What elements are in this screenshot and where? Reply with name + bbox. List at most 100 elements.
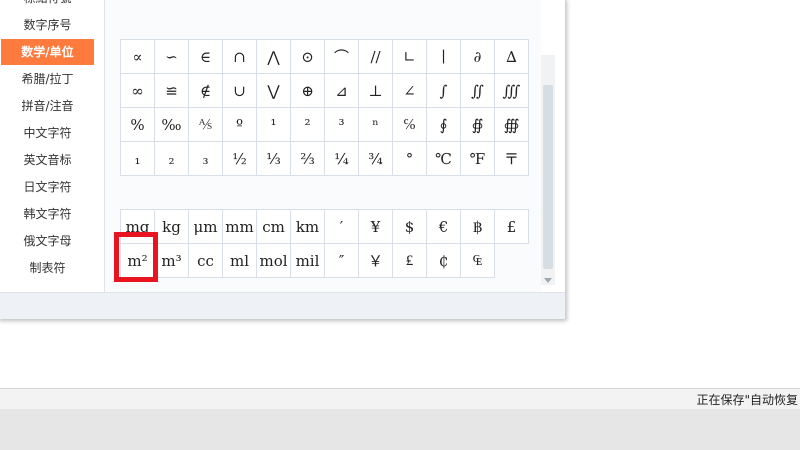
symbol-cell[interactable]: cm: [256, 209, 291, 244]
symbol-cell[interactable]: //: [358, 39, 393, 74]
symbol-cell[interactable]: ¼: [324, 141, 359, 176]
symbol-cell[interactable]: ¥: [358, 209, 393, 244]
symbol-cell[interactable]: ∞: [120, 73, 155, 108]
symbol-cell[interactable]: ∽: [154, 39, 189, 74]
symbol-cell[interactable]: m²: [120, 243, 155, 278]
unit-symbol-grid: mg kg μm mm cm km ′ ¥ $ € ฿ £ m² m³ cc ml mol mil ″ ￥ ₤ ₵ ₠: [120, 209, 529, 278]
symbol-cell[interactable]: ∠: [392, 73, 427, 108]
symbol-cell[interactable]: ∮: [426, 107, 461, 142]
category-list: 標點符號数字序号数学/单位希腊/拉丁拼音/注音中文字符英文音标日文字符韩文字符俄…: [1, 0, 105, 293]
symbol-cell[interactable]: %: [120, 107, 155, 142]
status-bar: 正在保存"自动恢复: [0, 388, 800, 409]
symbol-cell[interactable]: mol: [256, 243, 291, 278]
category-item[interactable]: 制表符: [1, 255, 94, 281]
category-item[interactable]: 数字序号: [1, 12, 94, 38]
symbol-cell[interactable]: ∣: [426, 39, 461, 74]
symbol-cell[interactable]: ₠: [460, 243, 495, 278]
symbol-cell[interactable]: ⊥: [358, 73, 393, 108]
symbol-cell[interactable]: ∂: [460, 39, 495, 74]
symbol-cell[interactable]: ∬: [460, 73, 495, 108]
symbol-cell[interactable]: °: [392, 141, 427, 176]
symbol-cell[interactable]: º: [222, 107, 257, 142]
symbol-cell[interactable]: ²: [290, 107, 325, 142]
symbol-cell[interactable]: ℅: [392, 107, 427, 142]
symbol-cell[interactable]: ″: [324, 243, 359, 278]
symbol-cell[interactable]: km: [290, 209, 325, 244]
symbol-cell[interactable]: μm: [188, 209, 223, 244]
symbol-cell[interactable]: ∯: [460, 107, 495, 142]
symbol-cell[interactable]: ⅓: [256, 141, 291, 176]
symbol-cell[interactable]: ₁: [120, 141, 155, 176]
symbol-cell[interactable]: ⅔: [290, 141, 325, 176]
symbol-cell[interactable]: ℃: [426, 141, 461, 176]
category-item[interactable]: 標點符號: [1, 0, 94, 11]
symbol-cell[interactable]: ₂: [154, 141, 189, 176]
category-item[interactable]: 英文音标: [1, 147, 94, 173]
symbol-cell[interactable]: ml: [222, 243, 257, 278]
dialog-footer: [0, 292, 565, 319]
category-item[interactable]: 数学/单位: [1, 39, 94, 65]
symbol-cell[interactable]: ∟: [392, 39, 427, 74]
symbol-cell[interactable]: ⌒: [324, 39, 359, 74]
symbol-cell[interactable]: ½: [222, 141, 257, 176]
symbol-cell[interactable]: ℉: [460, 141, 495, 176]
symbol-cell[interactable]: ₃: [188, 141, 223, 176]
symbol-cell[interactable]: ∝: [120, 39, 155, 74]
symbol-cell[interactable]: mg: [120, 209, 155, 244]
symbol-cell[interactable]: ∆: [494, 39, 529, 74]
category-item[interactable]: 日文字符: [1, 174, 94, 200]
symbol-cell[interactable]: ฿: [460, 209, 495, 244]
scroll-down-arrow-icon[interactable]: [544, 278, 552, 283]
category-item[interactable]: 中文字符: [1, 120, 94, 146]
symbol-cell[interactable]: ′: [324, 209, 359, 244]
symbol-cell[interactable]: ￥: [358, 243, 393, 278]
status-text: 正在保存"自动恢复: [696, 393, 798, 407]
symbol-cell[interactable]: ⋀: [256, 39, 291, 74]
symbol-cell[interactable]: ¹: [256, 107, 291, 142]
symbol-cell[interactable]: ⅍: [188, 107, 223, 142]
symbol-cell[interactable]: ⁿ: [358, 107, 393, 142]
scrollbar-thumb[interactable]: [543, 85, 553, 269]
bottom-area: [0, 409, 800, 450]
symbol-cell[interactable]: ∉: [188, 73, 223, 108]
math-symbol-grid: ∝ ∽ ∈ ∩ ⋀ ⊙ ⌒//∟ ∣ ∂ ∆ ∞ ≌ ∉ ∪ ⋁ ⊕ ⊿ ⊥ ∠ ∫ ∬ ∭% ‰ ⅍ º ¹ ² ³ ⁿ ℅ ∮ ∯ ∰ ₁ ₂ ₃…: [120, 39, 529, 176]
category-item[interactable]: 韩文字符: [1, 201, 94, 227]
symbol-cell[interactable]: ⊙: [290, 39, 325, 74]
symbol-cell[interactable]: mm: [222, 209, 257, 244]
symbol-cell[interactable]: ∩: [222, 39, 257, 74]
symbol-dialog: 標點符號数字序号数学/单位希腊/拉丁拼音/注音中文字符英文音标日文字符韩文字符俄…: [0, 0, 566, 319]
symbol-row: % ‰ ⅍ º ¹ ² ³ ⁿ ℅ ∮ ∯ ∰: [120, 107, 529, 142]
category-item[interactable]: 俄文字母: [1, 228, 94, 254]
symbol-cell[interactable]: ⊿: [324, 73, 359, 108]
symbol-cell[interactable]: $: [392, 209, 427, 244]
symbol-row: ∞ ≌ ∉ ∪ ⋁ ⊕ ⊿ ⊥ ∠ ∫ ∬ ∭: [120, 73, 529, 108]
symbol-cell[interactable]: ⋁: [256, 73, 291, 108]
category-item[interactable]: 拼音/注音: [1, 93, 94, 119]
symbol-row: ∝ ∽ ∈ ∩ ⋀ ⊙ ⌒//∟ ∣ ∂ ∆: [120, 39, 529, 74]
symbol-cell[interactable]: €: [426, 209, 461, 244]
symbol-cell[interactable]: ∰: [494, 107, 529, 142]
symbol-cell[interactable]: £: [494, 209, 529, 244]
symbol-area: ∝ ∽ ∈ ∩ ⋀ ⊙ ⌒//∟ ∣ ∂ ∆ ∞ ≌ ∉ ∪ ⋁ ⊕ ⊿ ⊥ ∠ ∫ ∬ ∭% ‰ ⅍ º ¹ ² ³ ⁿ ℅ ∮ ∯ ∰ ₁ ₂ ₃…: [105, 0, 541, 293]
symbol-cell[interactable]: ‰: [154, 107, 189, 142]
symbol-row: mg kg μm mm cm km ′ ¥ $ € ฿ £: [120, 209, 529, 244]
category-item[interactable]: 希腊/拉丁: [1, 66, 94, 92]
symbol-cell[interactable]: mil: [290, 243, 325, 278]
symbol-cell[interactable]: m³: [154, 243, 189, 278]
symbol-cell[interactable]: ≌: [154, 73, 189, 108]
symbol-cell[interactable]: 〒: [494, 141, 529, 176]
symbol-cell[interactable]: ∈: [188, 39, 223, 74]
symbol-cell[interactable]: ∫: [426, 73, 461, 108]
symbol-cell[interactable]: kg: [154, 209, 189, 244]
symbol-cell[interactable]: ∭: [494, 73, 529, 108]
symbol-cell[interactable]: cc: [188, 243, 223, 278]
symbol-cell[interactable]: ⊕: [290, 73, 325, 108]
symbol-cell[interactable]: ³: [324, 107, 359, 142]
vertical-scrollbar[interactable]: [541, 55, 555, 285]
symbol-row: ₁ ₂ ₃ ½ ⅓ ⅔ ¼ ¾ ° ℃ ℉ 〒: [120, 141, 529, 176]
symbol-cell[interactable]: ₤: [392, 243, 427, 278]
symbol-row: m² m³ cc ml mol mil ″ ￥ ₤ ₵ ₠: [120, 243, 529, 278]
symbol-cell[interactable]: ₵: [426, 243, 461, 278]
symbol-cell[interactable]: ¾: [358, 141, 393, 176]
symbol-cell[interactable]: ∪: [222, 73, 257, 108]
